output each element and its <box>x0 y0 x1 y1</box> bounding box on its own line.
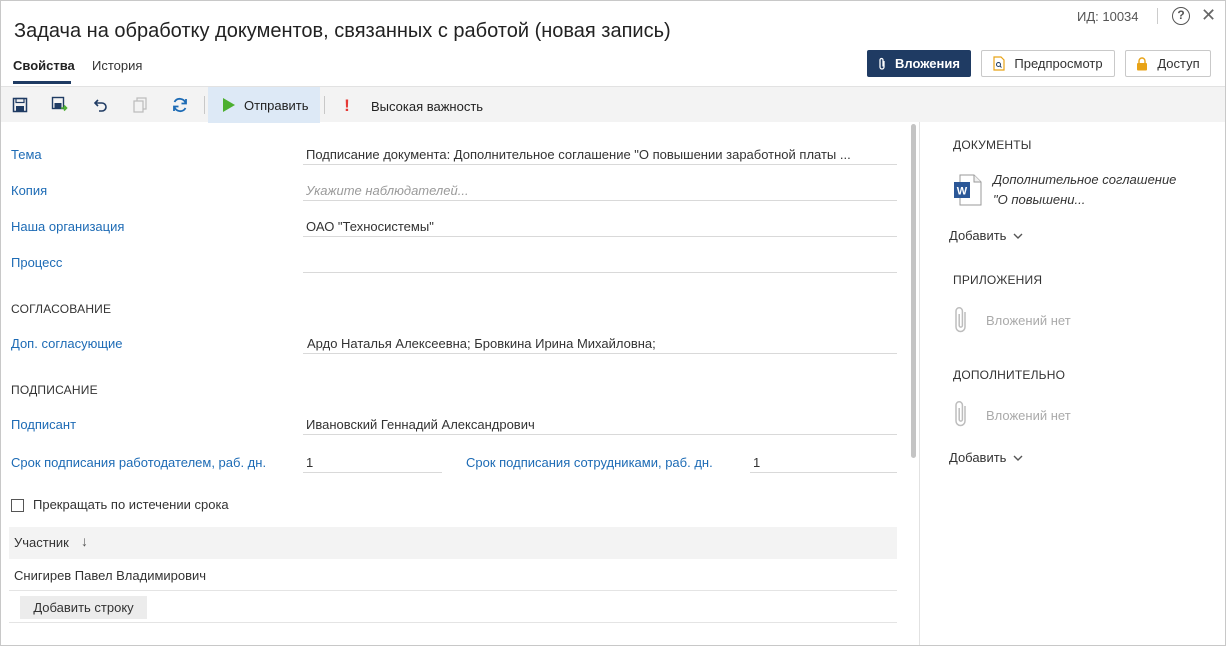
approvers-underline <box>303 353 897 354</box>
save-and-close-icon[interactable] <box>50 95 70 115</box>
documents-section-title: ДОКУМЕНТЫ <box>953 138 1032 152</box>
subject-field[interactable]: Подписание документа: Дополнительное сог… <box>306 147 894 162</box>
paperclip-icon <box>952 305 970 338</box>
grid-bottom-divider <box>9 622 897 623</box>
participant-column-header[interactable]: Участник <box>14 535 69 550</box>
preview-button-label: Предпросмотр <box>1014 56 1103 71</box>
additional-section-title: ДОПОЛНИТЕЛЬНО <box>953 368 1066 382</box>
svg-text:W: W <box>957 186 968 198</box>
add-additional-label: Добавить <box>949 450 1007 465</box>
close-icon[interactable]: ✕ <box>1201 4 1216 26</box>
toolbar: Отправить ! Высокая важность <box>1 86 1225 123</box>
panel-divider <box>919 122 920 645</box>
stop-on-expiry-label[interactable]: Прекращать по истечении срока <box>33 497 229 512</box>
employee-deadline-field[interactable]: 1 <box>753 455 893 470</box>
employee-deadline-underline <box>750 472 897 473</box>
toolbar-divider <box>204 96 205 114</box>
add-row-button[interactable]: Добавить строку <box>20 596 147 619</box>
access-button[interactable]: Доступ <box>1125 50 1211 77</box>
participant-cell[interactable]: Снигирев Павел Владимирович <box>14 568 206 583</box>
paperclip-icon <box>952 399 970 432</box>
tab-history[interactable]: История <box>92 58 142 73</box>
table-row[interactable]: Снигирев Павел Владимирович <box>9 559 897 591</box>
scrollbar-thumb[interactable] <box>911 124 916 458</box>
chevron-down-icon <box>1013 233 1023 239</box>
send-button-label: Отправить <box>244 97 309 113</box>
preview-document-icon <box>993 56 1006 71</box>
sort-arrow-icon[interactable]: ↓ <box>81 533 88 549</box>
attachments-empty-text: Вложений нет <box>986 313 1071 328</box>
attachments-button[interactable]: Вложения <box>867 50 971 77</box>
active-tab-indicator <box>13 81 71 84</box>
employee-deadline-label[interactable]: Срок подписания сотрудниками, раб. дн. <box>466 455 713 470</box>
play-icon <box>222 97 236 113</box>
header-divider <box>1157 8 1158 24</box>
copy-label[interactable]: Копия <box>11 183 47 198</box>
approvers-label[interactable]: Доп. согласующие <box>11 336 123 351</box>
observers-input[interactable]: Укажите наблюдателей... <box>306 183 894 198</box>
process-label[interactable]: Процесс <box>11 255 62 270</box>
exclamation-icon: ! <box>344 96 350 115</box>
employer-deadline-label[interactable]: Срок подписания работодателем, раб. дн. <box>11 455 266 470</box>
page-title: Задача на обработку документов, связанны… <box>14 20 671 42</box>
document-name-link[interactable]: Дополнительное соглашение "О повышени... <box>993 170 1183 210</box>
copy-underline <box>303 200 897 201</box>
refresh-icon[interactable] <box>170 95 190 115</box>
high-priority-toggle[interactable]: ! Высокая важность <box>341 96 483 116</box>
employer-deadline-field[interactable]: 1 <box>306 455 436 470</box>
access-button-label: Доступ <box>1157 56 1200 71</box>
approvers-field[interactable]: Ардо Наталья Алексеевна; Бровкина Ирина … <box>307 336 895 351</box>
tab-properties[interactable]: Свойства <box>13 58 75 73</box>
add-document-dropdown[interactable]: Добавить <box>949 228 1023 243</box>
signer-label[interactable]: Подписант <box>11 417 76 432</box>
additional-empty-text: Вложений нет <box>986 408 1071 423</box>
paperclip-icon <box>878 57 886 71</box>
word-document-icon[interactable]: W <box>954 174 982 209</box>
attachments-section-title: ПРИЛОЖЕНИЯ <box>953 273 1043 287</box>
chevron-down-icon <box>1013 455 1023 461</box>
send-button[interactable]: Отправить <box>208 87 320 123</box>
signer-underline <box>303 434 897 435</box>
participants-grid-header: Участник ↓ <box>9 527 897 559</box>
toolbar-divider-2 <box>324 96 325 114</box>
undo-icon[interactable] <box>90 95 110 115</box>
preview-button[interactable]: Предпросмотр <box>981 50 1115 77</box>
employer-deadline-underline <box>303 472 442 473</box>
attachments-button-label: Вложения <box>895 56 960 71</box>
signing-section-title: ПОДПИСАНИЕ <box>11 383 98 397</box>
organization-field[interactable]: ОАО "Техносистемы" <box>306 219 894 234</box>
signer-field[interactable]: Ивановский Геннадий Александрович <box>306 417 894 432</box>
approval-section-title: СОГЛАСОВАНИЕ <box>11 302 112 316</box>
record-id: ИД: 10034 <box>1077 9 1139 24</box>
organization-underline <box>303 236 897 237</box>
copy-icon <box>130 95 150 115</box>
subject-underline <box>303 164 897 165</box>
add-additional-dropdown[interactable]: Добавить <box>949 450 1023 465</box>
save-icon[interactable] <box>10 95 30 115</box>
lock-icon <box>1136 56 1148 71</box>
high-priority-label: Высокая важность <box>371 98 484 114</box>
add-document-label: Добавить <box>949 228 1007 243</box>
help-icon[interactable]: ? <box>1172 7 1190 25</box>
stop-on-expiry-checkbox[interactable] <box>11 499 24 512</box>
organization-label[interactable]: Наша организация <box>11 219 124 234</box>
subject-label[interactable]: Тема <box>11 147 42 162</box>
process-underline <box>303 272 897 273</box>
